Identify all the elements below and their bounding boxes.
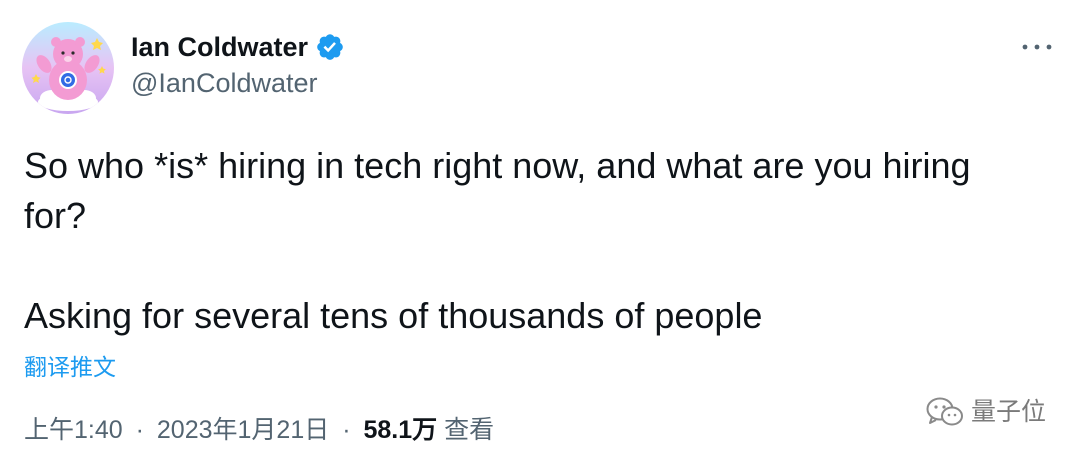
tweet-text-line-1: So who *is* hiring in tech right now, an… (24, 145, 971, 236)
watermark-text: 量子位 (970, 398, 1046, 426)
avatar-image (22, 22, 114, 114)
watermark: 量子位 (925, 395, 1046, 429)
avatar[interactable] (22, 22, 114, 114)
author-block: Ian Coldwater @IanColdwater (131, 30, 345, 100)
views-count: 58.1万 (363, 416, 438, 444)
views-label: 查看 (444, 416, 495, 444)
more-options-icon (1022, 44, 1052, 50)
tweet-time[interactable]: 上午1:40 (24, 416, 123, 444)
tweet-text: So who *is* hiring in tech right now, an… (24, 141, 1034, 341)
meta-separator: · (342, 416, 351, 444)
name-row: Ian Coldwater (131, 30, 345, 64)
wechat-logo-icon (926, 397, 963, 426)
display-name[interactable]: Ian Coldwater (131, 30, 308, 64)
meta-separator: · (135, 416, 144, 444)
more-options-button[interactable] (1019, 34, 1055, 60)
verified-badge-icon (315, 32, 345, 62)
tweet-text-line-2: Asking for several tens of thousands of … (24, 295, 763, 336)
tweet-date[interactable]: 2023年1月21日 (157, 416, 329, 444)
tweet-meta: 上午1:40 · 2023年1月21日 · 58.1万 查看 (24, 413, 494, 447)
translate-tweet-link[interactable]: 翻译推文 (24, 352, 116, 382)
user-handle[interactable]: @IanColdwater (131, 66, 345, 100)
